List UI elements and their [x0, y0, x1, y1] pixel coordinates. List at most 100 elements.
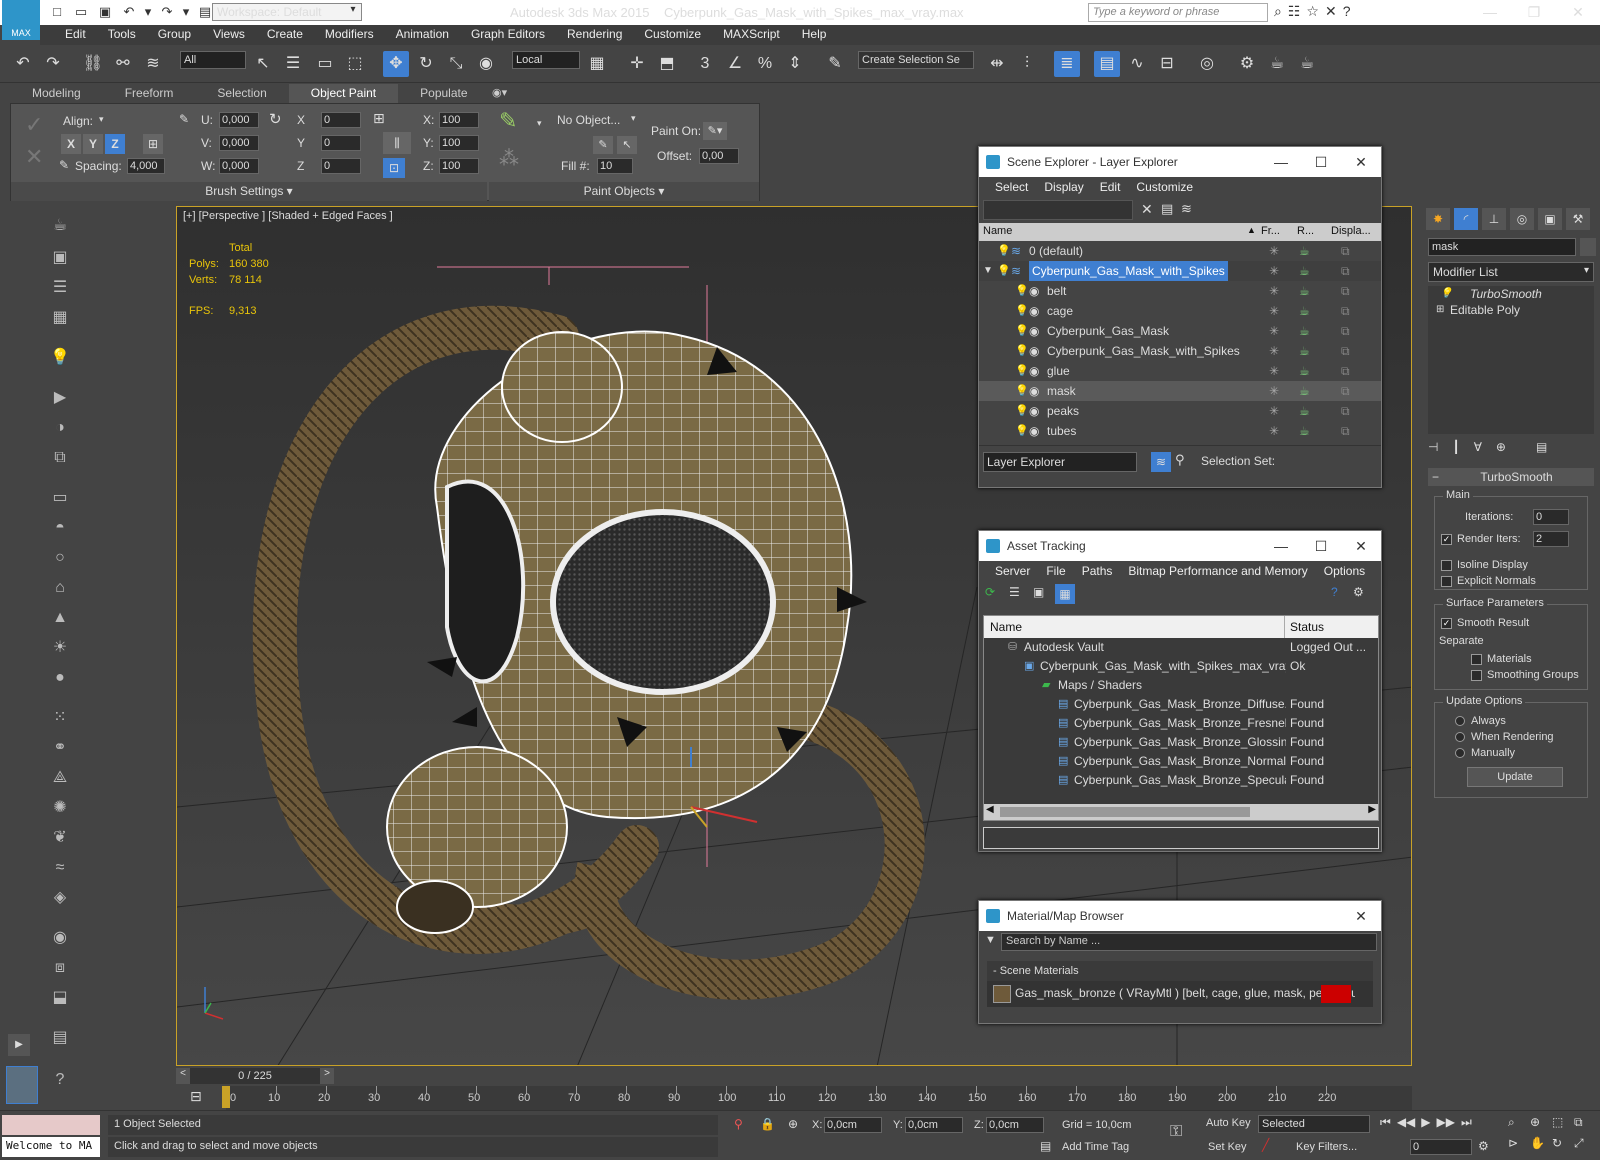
help-icon[interactable]: ?	[1331, 585, 1338, 599]
lock-selection-icon[interactable]: 🔒	[760, 1117, 775, 1131]
cone-icon[interactable]: ▲	[48, 606, 72, 630]
viewport-layout-icon[interactable]	[6, 1066, 38, 1104]
paint-objects-toggle[interactable]: Paint Objects ▾	[489, 182, 759, 201]
asset-row[interactable]: ▰ Maps / Shaders	[984, 676, 1378, 695]
time-slider[interactable]: < 0 / 225 >	[176, 1068, 1412, 1084]
scale-icon[interactable]: ⊞	[373, 110, 385, 127]
select-object-icon[interactable]: ↖	[250, 51, 276, 77]
maxscript-listener-pink[interactable]	[2, 1115, 100, 1135]
chevron-down-icon[interactable]: ▼	[985, 934, 996, 946]
play-icon[interactable]: ▶	[1421, 1115, 1430, 1130]
ribbon-tab-object-paint[interactable]: Object Paint	[288, 84, 399, 103]
freeze-icon[interactable]: ✳	[1269, 321, 1279, 341]
app-logo[interactable]: MAX	[2, 0, 40, 40]
keyboard-shortcut-icon[interactable]: ⬒	[654, 51, 680, 77]
time-slider-thumb[interactable]: 0 / 225	[190, 1068, 320, 1084]
chevron-down-icon[interactable]: ▾	[99, 114, 104, 125]
close-button[interactable]: ✕	[1341, 147, 1381, 177]
gear-icon[interactable]: ✺	[48, 796, 72, 820]
menu-group[interactable]: Group	[147, 25, 202, 45]
expand-plus-icon[interactable]: ⊞	[1436, 302, 1444, 318]
zoom-all-icon[interactable]: ⊕	[1530, 1115, 1552, 1130]
menu-help[interactable]: Help	[791, 25, 838, 45]
freeze-icon[interactable]: ✳	[1269, 361, 1279, 381]
absolute-mode-icon[interactable]: ⊕	[788, 1117, 798, 1131]
scale-x-spinner[interactable]: 100	[439, 112, 479, 128]
reference-coordinate-system[interactable]: Local	[512, 51, 580, 69]
z-coord-field[interactable]: 0,0cm	[986, 1117, 1044, 1133]
key-mode-slash-icon[interactable]: ╱	[1262, 1138, 1269, 1152]
material-icon[interactable]: ⬓	[48, 986, 72, 1010]
menu-views[interactable]: Views	[202, 25, 256, 45]
help-icon[interactable]: ?	[48, 1068, 72, 1092]
bulb-icon[interactable]: 💡	[1015, 321, 1029, 341]
chevron-down-icon[interactable]: ▾	[345, 4, 361, 20]
freeze-icon[interactable]: ✳	[1269, 401, 1279, 421]
close-button[interactable]: ✕	[1556, 0, 1600, 24]
axis-y-button[interactable]: Y	[83, 134, 103, 154]
bulb-icon[interactable]: 💡	[997, 261, 1011, 281]
cross-icon[interactable]: ✕	[25, 144, 43, 170]
dropdown-icon[interactable]: ▾	[182, 3, 190, 21]
molecule-icon[interactable]: ⚭	[48, 736, 72, 760]
sphere-icon[interactable]: ○	[48, 546, 72, 570]
smooth-result-checkbox[interactable]: ✓ Smooth Result	[1441, 617, 1529, 629]
binoculars-icon[interactable]: ⌕	[1274, 3, 1282, 20]
object-name-field[interactable]: mask	[1428, 238, 1576, 256]
zoom-extents-icon[interactable]: ⬚	[1552, 1115, 1574, 1130]
col-freeze[interactable]: Fr...	[1261, 225, 1280, 237]
paint-object-combo[interactable]: No Object...	[557, 113, 620, 127]
image-plane-icon[interactable]: ▣	[48, 246, 72, 270]
layer-row[interactable]: 💡 ◉ glue ✳ ☕ ⧉	[979, 361, 1381, 381]
x-spinner[interactable]: 0	[321, 112, 361, 128]
render-teapot-icon[interactable]: ☕	[1299, 241, 1310, 261]
open-folder-icon[interactable]: ▭	[72, 3, 90, 21]
sphere-half-icon[interactable]: ◑	[48, 416, 72, 440]
materials-checkbox[interactable]: Materials	[1471, 653, 1532, 665]
key-filters-button[interactable]: Key Filters...	[1296, 1141, 1357, 1153]
render-teapot-icon[interactable]: ☕	[1299, 341, 1310, 361]
maximize-viewport-icon[interactable]: ⤢	[1574, 1136, 1596, 1151]
bulb-icon[interactable]: 💡	[1015, 341, 1029, 361]
asset-path-field[interactable]	[983, 827, 1379, 849]
render-setup-icon[interactable]: ⚙	[1234, 51, 1260, 77]
align-label[interactable]: Align:	[63, 114, 93, 128]
create-layer-icon[interactable]: ▤	[1161, 201, 1173, 217]
grass-icon[interactable]: ❦	[48, 826, 72, 850]
render-iters-checkbox[interactable]: ✓ Render Iters:	[1441, 533, 1521, 545]
ribbon-tab-modeling[interactable]: Modeling	[10, 84, 103, 103]
configure-sets-icon[interactable]: ▤	[1536, 440, 1547, 454]
ribbon-options-icon[interactable]: ◉▾	[492, 86, 507, 99]
brush-settings-toggle[interactable]: Brush Settings ▾	[11, 182, 487, 201]
particles-icon[interactable]: ⁙	[48, 706, 72, 730]
settings-icon[interactable]: ⚙	[1353, 585, 1364, 599]
checkmark-icon[interactable]: ✓	[25, 112, 43, 138]
menu-graph-editors[interactable]: Graph Editors	[460, 25, 556, 45]
exchange-icon[interactable]: ✕	[1325, 3, 1337, 20]
object-color-swatch[interactable]	[1580, 238, 1596, 256]
expand-arrow-icon[interactable]: ▶	[8, 1034, 30, 1056]
y-coord-field[interactable]: 0,0cm	[905, 1117, 963, 1133]
current-frame-marker[interactable]	[222, 1086, 230, 1108]
link-icon[interactable]: ⛓	[80, 51, 106, 77]
zoom-icon[interactable]: ⌕	[1508, 1115, 1530, 1130]
explorer-menu-display[interactable]: Display	[1036, 177, 1091, 197]
film-icon[interactable]: ⧉	[48, 446, 72, 470]
freeze-icon[interactable]: ✳	[1269, 341, 1279, 361]
favorites-icon[interactable]: ☆	[1306, 3, 1319, 20]
render-teapot-icon[interactable]: ☕	[1299, 281, 1310, 301]
set-key-button[interactable]: Set Key	[1208, 1141, 1247, 1153]
display-icon[interactable]: ⧉	[1341, 341, 1350, 361]
freeze-icon[interactable]: ✳	[1269, 261, 1279, 281]
save-icon[interactable]: ▣	[96, 3, 114, 21]
table-view-icon[interactable]: ▦	[1055, 584, 1075, 604]
go-to-end-icon[interactable]: ⏭	[1461, 1115, 1472, 1130]
ribbon-tab-selection[interactable]: Selection	[195, 84, 288, 103]
col-render[interactable]: R...	[1297, 225, 1314, 237]
add-time-tag-button[interactable]: Add Time Tag	[1062, 1141, 1129, 1153]
scene-explorer-icon[interactable]: ▤	[1094, 51, 1120, 77]
cloth-icon[interactable]: ◈	[48, 886, 72, 910]
spacing-spinner[interactable]: 4,000	[127, 158, 165, 174]
freeze-icon[interactable]: ✳	[1269, 381, 1279, 401]
explorer-menu-select[interactable]: Select	[987, 177, 1036, 197]
